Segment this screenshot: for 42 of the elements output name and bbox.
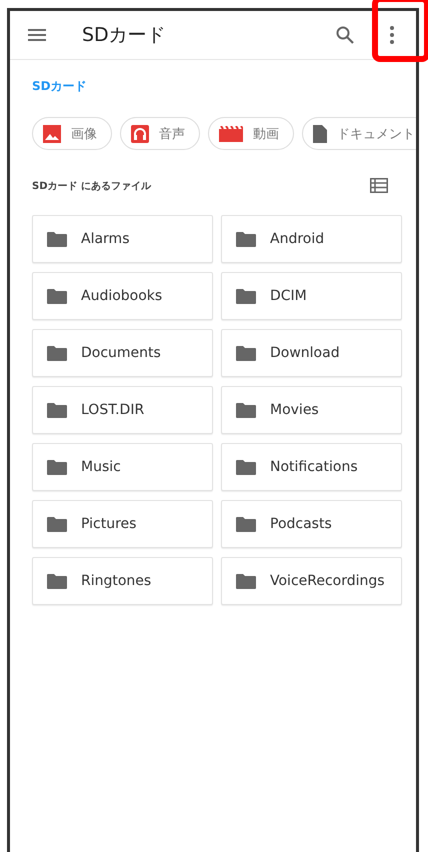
folder-icon	[236, 288, 256, 304]
category-chip[interactable]: 画像	[32, 117, 112, 150]
more-options-icon[interactable]	[390, 26, 394, 44]
folder-icon	[47, 516, 67, 532]
folder-item[interactable]: Music	[32, 443, 213, 491]
clapperboard-icon	[219, 126, 243, 142]
folder-icon	[47, 573, 67, 589]
menu-icon[interactable]	[28, 29, 46, 41]
folder-item[interactable]: Podcasts	[221, 500, 402, 548]
folder-item[interactable]: Documents	[32, 329, 213, 377]
folder-icon	[236, 459, 256, 475]
folder-item[interactable]: Notifications	[221, 443, 402, 491]
folder-icon	[47, 459, 67, 475]
folder-item[interactable]: DCIM	[221, 272, 402, 320]
search-icon[interactable]	[336, 26, 354, 44]
document-icon	[313, 124, 327, 142]
folder-icon	[47, 402, 67, 418]
folder-item[interactable]: Android	[221, 215, 402, 263]
folder-item[interactable]: Alarms	[32, 215, 213, 263]
app-title: SDカード	[82, 23, 167, 48]
folder-icon	[47, 345, 67, 361]
folder-icon	[236, 402, 256, 418]
category-chip[interactable]: ドキュメント	[302, 117, 416, 150]
folder-icon	[236, 573, 256, 589]
folder-item[interactable]: Audiobooks	[32, 272, 213, 320]
category-chip[interactable]: 動画	[208, 117, 294, 150]
folder-icon	[47, 288, 67, 304]
folder-icon	[236, 345, 256, 361]
folder-icon	[236, 231, 256, 247]
folder-item[interactable]: Movies	[221, 386, 402, 434]
section-title: SDカード にあるファイル	[32, 180, 151, 192]
folder-item[interactable]: Download	[221, 329, 402, 377]
folder-item[interactable]: Pictures	[32, 500, 213, 548]
image-icon	[43, 124, 61, 142]
folder-item[interactable]: LOST.DIR	[32, 386, 213, 434]
category-chip[interactable]: 音声	[120, 117, 200, 150]
folder-item[interactable]: Ringtones	[32, 557, 213, 605]
folder-icon	[236, 516, 256, 532]
folder-icon	[47, 231, 67, 247]
list-view-icon[interactable]	[370, 178, 388, 193]
folder-item[interactable]: VoiceRecordings	[221, 557, 402, 605]
headphones-icon	[131, 124, 149, 142]
